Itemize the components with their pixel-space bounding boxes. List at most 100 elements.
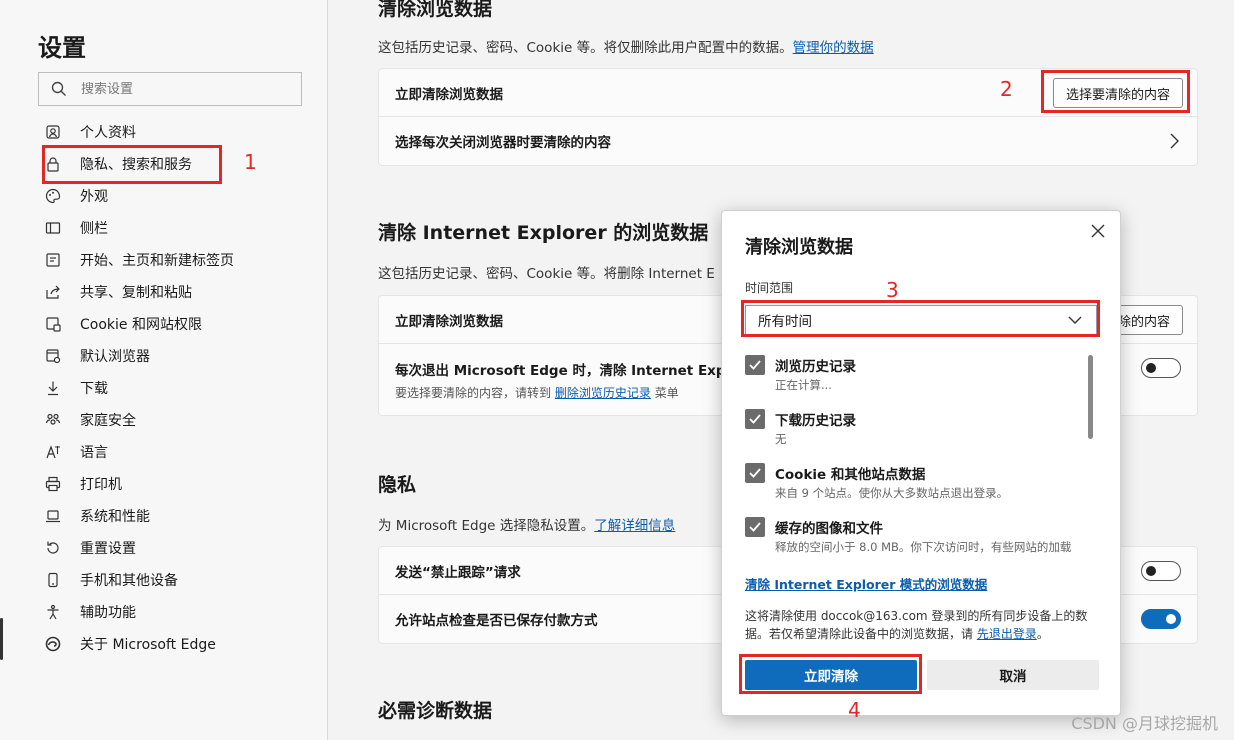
ie-sub-prefix: 要选择要清除的内容，请转到 [395,386,552,400]
sidebar-item-reset[interactable]: 重置设置 [44,532,314,564]
toggle-knob [1146,566,1156,576]
close-icon[interactable] [1088,221,1108,241]
clear-data-desc-text: 这包括历史记录、密码、Cookie 等。将仅删除此用户配置中的数据。 [378,40,793,56]
sidebar-icon [44,219,62,237]
checkbox-checked-icon[interactable] [745,355,765,375]
item-desc: 释放的空间小于 8.0 MB。你下次访问时，有些网站的加载 [775,540,1072,554]
settings-sidebar: 设置 个人资料 隐私、搜索和服务 外观 侧栏 开始、主页和新建标签页 [0,0,328,740]
item-label: 下载历史记录 [775,413,856,429]
sidebar-item-about[interactable]: 关于 Microsoft Edge [44,628,314,660]
window-edge-marker [0,618,3,660]
watermark: CSDN @月球挖掘机 [1071,714,1218,733]
checkbox-checked-icon[interactable] [745,463,765,483]
item-label: 缓存的图像和文件 [775,521,883,537]
sidebar-item-label: 开始、主页和新建标签页 [80,253,234,269]
sidebar-item-label: 个人资料 [80,125,136,141]
sidebar-item-label: 手机和其他设备 [80,573,178,589]
item-desc: 无 [775,432,787,446]
clear-data-section-title: 清除浏览数据 [378,0,493,20]
checkbox-checked-icon[interactable] [745,409,765,429]
chevron-right-icon [1167,132,1181,150]
delete-history-link[interactable]: 删除浏览历史记录 [555,386,651,400]
toggle-knob [1166,614,1176,624]
laptop-icon [44,507,62,525]
accessibility-icon [44,603,62,621]
sidebar-item-accessibility[interactable]: 辅助功能 [44,596,314,628]
sidebar-item-label: 重置设置 [80,541,136,557]
list-item[interactable]: 缓存的图像和文件 释放的空间小于 8.0 MB。你下次访问时，有些网站的加载 [745,513,1090,561]
palette-icon [44,187,62,205]
profile-icon [44,123,62,141]
annotation-number-4: 4 [848,698,861,722]
ie-section-desc: 这包括历史记录、密码、Cookie 等。将删除 Internet E [378,266,715,282]
clear-on-close-label: 选择每次关闭浏览器时要清除的内容 [395,135,611,151]
sidebar-item-share[interactable]: 共享、复制和粘贴 [44,276,314,308]
family-icon [44,411,62,429]
language-icon [44,443,62,461]
annotation-number-1: 1 [244,150,257,174]
dialog-title: 清除浏览数据 [745,237,853,258]
time-range-label: 时间范围 [745,281,794,295]
annotation-box-3 [741,300,1100,337]
diagnostic-section-title: 必需诊断数据 [378,700,493,722]
list-item[interactable]: 下载历史记录 无 [745,405,1090,459]
annotation-box-4 [739,654,922,694]
item-label: 浏览历史记录 [775,359,856,375]
list-item[interactable]: 浏览历史记录 正在计算... [745,351,1090,405]
checkbox-checked-icon[interactable] [745,517,765,537]
ie-clear-on-exit-sub: 要选择要清除的内容，请转到 删除浏览历史记录 菜单 [395,384,679,401]
sidebar-item-label: 语言 [80,445,108,461]
browser-icon [44,347,62,365]
payment-check-label: 允许站点检查是否已保存付款方式 [395,613,598,629]
clear-on-close-row[interactable]: 选择每次关闭浏览器时要清除的内容 [379,117,1197,165]
sidebar-item-label: 默认浏览器 [80,349,150,365]
sidebar-item-start-home[interactable]: 开始、主页和新建标签页 [44,244,314,276]
sidebar-item-label: Cookie 和网站权限 [80,317,202,333]
phone-icon [44,571,62,589]
ie-clear-on-exit-toggle[interactable] [1141,358,1181,378]
sidebar-item-default-browser[interactable]: 默认浏览器 [44,340,314,372]
ie-section-title: 清除 Internet Explorer 的浏览数据 [378,222,709,244]
do-not-track-toggle[interactable] [1141,561,1181,581]
annotation-number-3: 3 [886,278,899,302]
cancel-button[interactable]: 取消 [927,660,1099,690]
cookie-icon [44,315,62,333]
toggle-knob [1146,363,1156,373]
sidebar-item-phone[interactable]: 手机和其他设备 [44,564,314,596]
manage-data-link[interactable]: 管理你的数据 [793,40,874,56]
sidebar-item-system[interactable]: 系统和性能 [44,500,314,532]
clear-data-desc: 这包括历史记录、密码、Cookie 等。将仅删除此用户配置中的数据。管理你的数据 [378,36,874,56]
download-icon [44,379,62,397]
sidebar-item-cookies[interactable]: Cookie 和网站权限 [44,308,314,340]
item-label: Cookie 和其他站点数据 [775,467,926,483]
sidebar-item-languages[interactable]: 语言 [44,436,314,468]
sign-out-link[interactable]: 先退出登录 [977,627,1037,641]
search-box[interactable] [38,72,302,106]
sidebar-item-label: 共享、复制和粘贴 [80,285,192,301]
sync-note-suffix: 。 [1036,627,1049,641]
sidebar-item-appearance[interactable]: 外观 [44,180,314,212]
learn-more-link[interactable]: 了解详细信息 [594,518,675,534]
sidebar-item-printers[interactable]: 打印机 [44,468,314,500]
privacy-section-title: 隐私 [378,474,417,496]
sidebar-item-sidebar[interactable]: 侧栏 [44,212,314,244]
ie-clear-now-label: 立即清除浏览数据 [395,313,503,330]
sidebar-item-profile[interactable]: 个人资料 [44,116,314,148]
payment-check-toggle[interactable] [1141,609,1181,629]
search-input[interactable] [81,81,281,97]
clear-ie-mode-link[interactable]: 清除 Internet Explorer 模式的浏览数据 [745,574,987,593]
annotation-number-2: 2 [1000,77,1013,101]
clear-data-dialog: 清除浏览数据 时间范围 所有时间 浏览历史记录 正在计算... 下载历史记录 无… [721,210,1121,716]
list-item[interactable]: Cookie 和其他站点数据 来自 9 个站点。使你从大多数站点退出登录。 [745,459,1090,513]
item-desc: 正在计算... [775,378,832,392]
share-icon [44,283,62,301]
sidebar-item-label: 打印机 [80,477,122,493]
sidebar-item-downloads[interactable]: 下载 [44,372,314,404]
sidebar-item-family[interactable]: 家庭安全 [44,404,314,436]
privacy-desc-text: 为 Microsoft Edge 选择隐私设置。 [378,518,595,534]
ie-clear-on-exit-label: 每次退出 Microsoft Edge 时，清除 Internet Explo [395,363,740,379]
annotation-box-1 [42,145,222,184]
list-scrollbar[interactable] [1088,355,1093,439]
ie-sub-suffix: 菜单 [654,386,679,400]
home-icon [44,251,62,269]
